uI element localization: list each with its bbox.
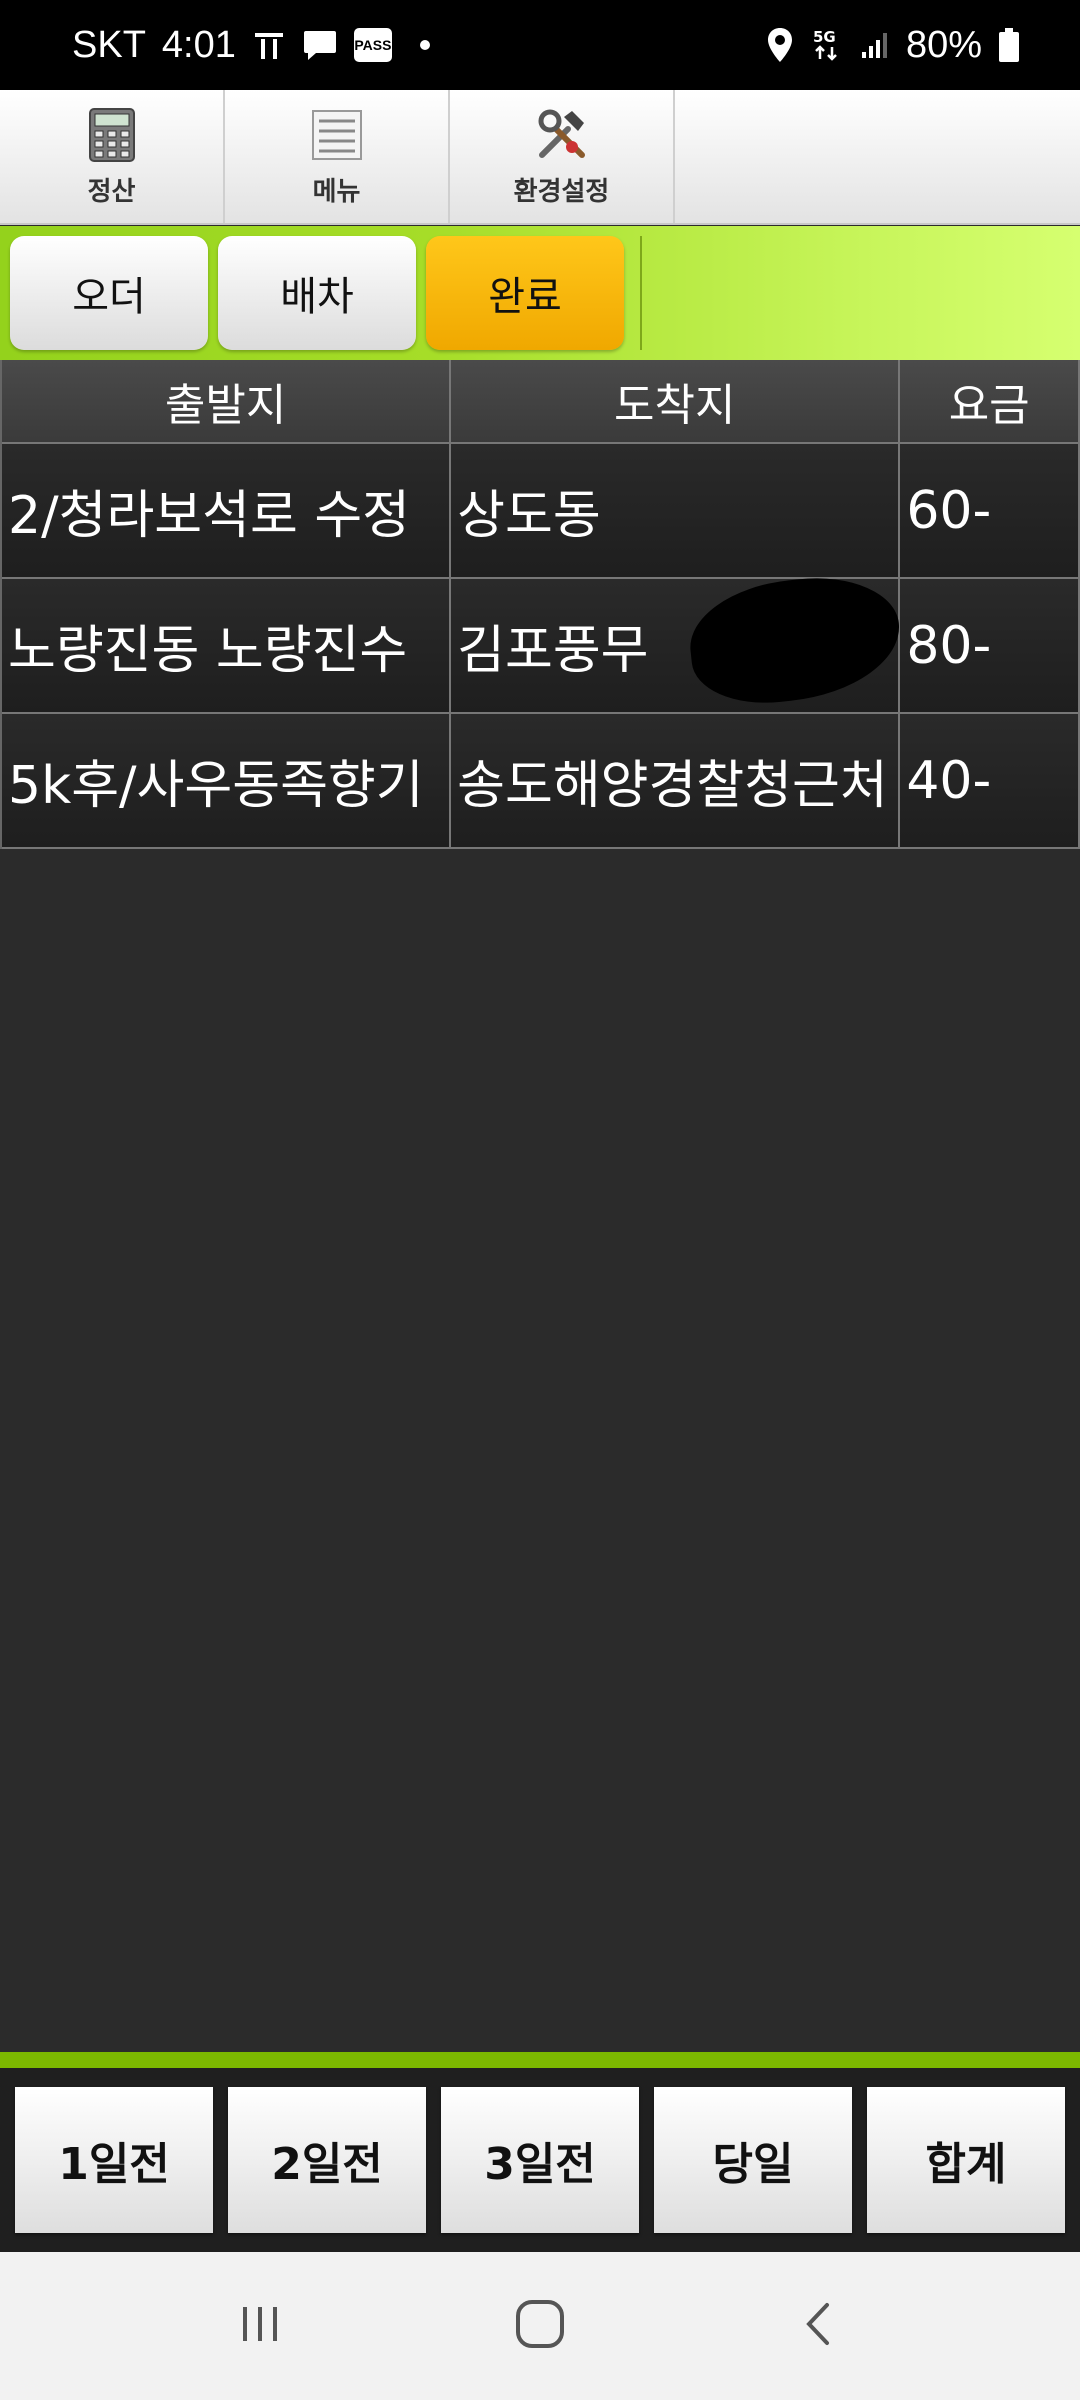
tmap-icon [252,29,286,61]
recent-apps-icon [235,2299,285,2353]
tab-completed[interactable]: 완료 [426,236,624,350]
table-row[interactable]: 5k후/사우동족향기 송도해양경찰청근처 40- [2,714,1080,849]
one-day-ago-button[interactable]: 1일전 [15,2087,213,2233]
notification-dot [419,40,430,50]
calculator-icon [82,105,142,165]
destination-cell: 송도해양경찰청근처 [451,714,901,849]
settlement-label: 정산 [87,177,136,207]
clock: 4:01 [161,23,236,66]
table-header: 출발지 도착지 요금 [2,360,1080,444]
orders-table: 출발지 도착지 요금 2/청라보석로 수정 상도동 60- 노량진동 노량진수 … [0,360,1080,849]
fare-cell: 60- [900,444,1080,579]
departure-cell: 5k후/사우동족향기 [2,714,452,849]
location-icon [766,27,794,63]
menu-button[interactable]: 메뉴 [225,90,450,223]
header-departure[interactable]: 출발지 [2,360,452,444]
carrier-label: SKT [72,23,146,66]
signal-icon [860,30,890,60]
today-button[interactable]: 당일 [654,2087,852,2233]
battery-percent: 80% [905,23,982,66]
fare-cell: 80- [900,579,1080,714]
destination-cell: 상도동 [451,444,901,579]
back-button[interactable] [770,2276,870,2376]
top-toolbar: 정산 메뉴 환경설정 [0,90,1080,225]
pass-app-icon: PASS [353,28,392,62]
departure-cell: 노량진동 노량진수 [2,579,452,714]
fare-cell: 40- [900,714,1080,849]
three-days-ago-button[interactable]: 3일전 [441,2087,639,2233]
menu-label: 메뉴 [312,177,361,207]
status-bar: SKT 4:01 PASS 5G 80% [0,0,1080,90]
tab-dispatch[interactable]: 배차 [218,236,416,350]
date-filter-bar: 1일전 2일전 3일전 당일 합계 [0,2052,1080,2252]
two-days-ago-button[interactable]: 2일전 [228,2087,426,2233]
settlement-button[interactable]: 정산 [0,90,225,223]
settings-button[interactable]: 환경설정 [450,90,675,223]
tab-order[interactable]: 오더 [10,236,208,350]
total-button[interactable]: 합계 [867,2087,1065,2233]
home-button[interactable] [490,2276,590,2376]
home-icon [514,2298,566,2354]
tab-divider [640,236,642,350]
status-tab-strip: 오더 배차 완료 [0,226,1080,360]
table-row[interactable]: 노량진동 노량진수 김포풍무 80- [2,579,1080,714]
system-nav-bar [0,2252,1080,2400]
network-5g-text: 5G [813,28,836,46]
departure-cell: 2/청라보석로 수정 [2,444,452,579]
header-fare[interactable]: 요금 [900,360,1080,444]
header-destination[interactable]: 도착지 [451,360,901,444]
settings-label: 환경설정 [513,177,610,207]
list-icon [307,105,367,165]
tools-icon [532,105,592,165]
network-5g-icon: 5G [810,27,844,63]
table-row[interactable]: 2/청라보석로 수정 상도동 60- [2,444,1080,579]
message-icon [302,28,338,62]
battery-icon [998,27,1020,63]
back-icon [795,2299,845,2353]
recent-apps-button[interactable] [210,2276,310,2376]
